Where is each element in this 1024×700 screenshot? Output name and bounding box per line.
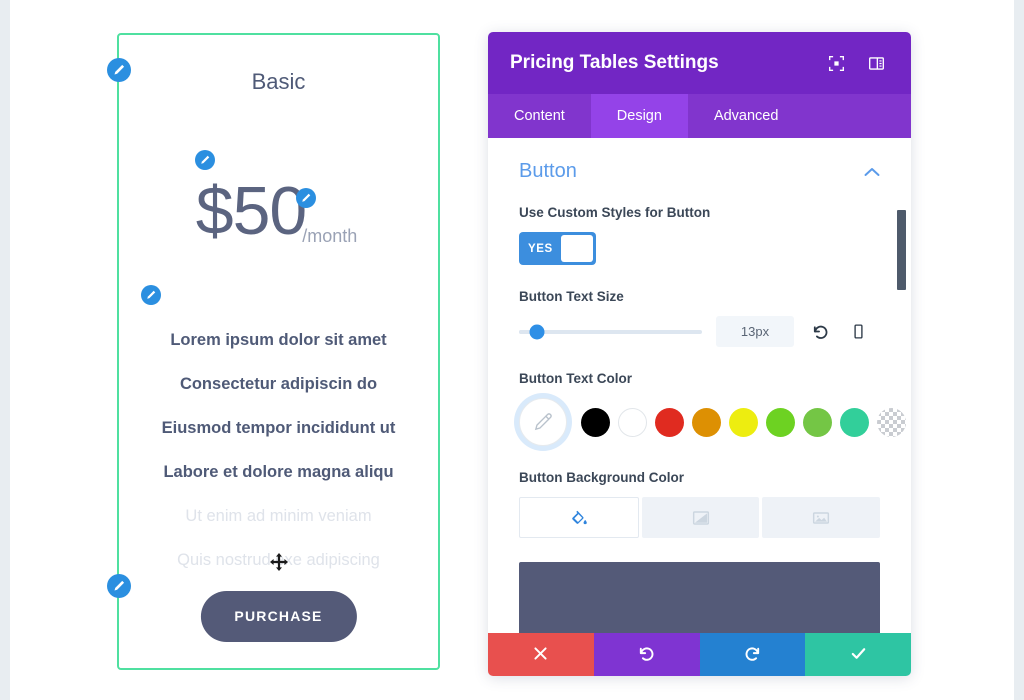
redo-button[interactable] bbox=[699, 633, 806, 676]
pencil-icon bbox=[200, 155, 210, 165]
edit-badge-card-top[interactable] bbox=[107, 58, 131, 82]
pencil-icon bbox=[301, 193, 311, 203]
swatch-light-green[interactable] bbox=[766, 407, 795, 437]
pricing-card-price-row: $50/month bbox=[119, 177, 438, 245]
close-icon bbox=[532, 645, 549, 665]
field-button-text-size: Button Text Size 13px bbox=[519, 289, 880, 347]
swatch-black[interactable] bbox=[581, 407, 610, 437]
purchase-button[interactable]: PURCHASE bbox=[200, 591, 357, 642]
section-header-button[interactable]: Button bbox=[519, 160, 880, 183]
pricing-tables-settings-panel: Pricing Tables Settings Content Design A… bbox=[488, 32, 911, 676]
page-left-edge-strip bbox=[0, 0, 10, 700]
focus-target-icon[interactable] bbox=[823, 50, 849, 76]
swatch-teal[interactable] bbox=[840, 407, 869, 437]
field-label: Button Text Size bbox=[519, 289, 624, 304]
move-icon[interactable] bbox=[269, 552, 289, 572]
paint-bucket-icon[interactable] bbox=[519, 497, 639, 538]
undo-icon[interactable] bbox=[808, 320, 832, 344]
slider-row: 13px bbox=[519, 316, 880, 347]
background-type-segmented-control bbox=[519, 497, 881, 538]
pencil-icon bbox=[113, 580, 125, 592]
panel-tabs: Content Design Advanced bbox=[488, 94, 911, 138]
checkmark-icon bbox=[849, 644, 868, 666]
mobile-icon[interactable] bbox=[846, 320, 870, 344]
pricing-card-price-amount: $50 bbox=[195, 173, 307, 249]
background-color-preview[interactable] bbox=[519, 562, 880, 633]
section-title: Button bbox=[519, 160, 577, 182]
panel-header: Pricing Tables Settings bbox=[488, 32, 911, 94]
field-use-custom-styles: Use Custom Styles for Button YES bbox=[519, 205, 880, 265]
pencil-icon bbox=[113, 64, 125, 76]
button-text-size-input[interactable]: 13px bbox=[716, 316, 794, 347]
pricing-card-feature-list: Lorem ipsum dolor sit amet Consectetur a… bbox=[119, 318, 438, 582]
field-label: Use Custom Styles for Button bbox=[519, 205, 711, 220]
panel-layout-icon[interactable] bbox=[863, 50, 889, 76]
tab-design[interactable]: Design bbox=[590, 94, 688, 138]
field-button-background-color: Button Background Color bbox=[519, 470, 881, 538]
edit-badge-features[interactable] bbox=[141, 285, 161, 305]
tab-content[interactable]: Content bbox=[488, 94, 591, 138]
toggle-value-label: YES bbox=[528, 242, 553, 255]
list-item: Consectetur adipiscin do bbox=[179, 375, 378, 393]
chevron-up-icon[interactable] bbox=[864, 167, 880, 177]
field-label: Button Background Color bbox=[519, 470, 684, 485]
discard-button[interactable] bbox=[488, 633, 594, 676]
tab-advanced[interactable]: Advanced bbox=[688, 94, 805, 138]
panel-scrollbar-track[interactable] bbox=[897, 138, 906, 633]
save-button[interactable] bbox=[805, 633, 911, 676]
swatch-orange[interactable] bbox=[692, 407, 721, 437]
swatch-red[interactable] bbox=[655, 407, 684, 437]
image-icon[interactable] bbox=[762, 497, 881, 538]
page-title: Pricing Tables Settings bbox=[510, 52, 719, 73]
undo-button[interactable] bbox=[593, 633, 700, 676]
field-label: Button Text Color bbox=[519, 371, 632, 386]
text-color-swatch-row bbox=[519, 398, 906, 446]
page-right-edge-strip bbox=[1014, 0, 1024, 700]
list-item: Eiusmod tempor incididunt ut bbox=[161, 419, 396, 437]
swatch-green[interactable] bbox=[803, 407, 832, 437]
undo-icon bbox=[637, 644, 656, 666]
list-item: Labore et dolore magna aliqu bbox=[163, 463, 394, 481]
toggle-knob bbox=[560, 235, 593, 262]
edit-badge-price-period[interactable] bbox=[296, 188, 316, 208]
gradient-icon[interactable] bbox=[641, 497, 760, 538]
panel-footer-actions bbox=[488, 633, 911, 676]
use-custom-styles-toggle[interactable]: YES bbox=[519, 232, 596, 265]
panel-body: Button Use Custom Styles for Button YES … bbox=[488, 138, 911, 633]
swatch-yellow[interactable] bbox=[729, 407, 758, 437]
panel-scrollbar-thumb[interactable] bbox=[897, 210, 906, 290]
edit-badge-card-bottom[interactable] bbox=[107, 574, 131, 598]
pricing-card-price-period: /month bbox=[302, 226, 358, 246]
list-item: Lorem ipsum dolor sit amet bbox=[170, 331, 387, 349]
edit-badge-price[interactable] bbox=[195, 150, 215, 170]
pricing-card-title: Basic bbox=[251, 69, 306, 94]
slider-knob[interactable] bbox=[529, 324, 545, 339]
pricing-table-card[interactable]: Basic $50/month Lorem ipsum dolor sit am… bbox=[117, 33, 440, 670]
button-text-size-slider[interactable] bbox=[519, 324, 702, 339]
pencil-icon bbox=[146, 290, 156, 300]
list-item: Ut enim ad minim veniam bbox=[185, 507, 372, 525]
redo-icon bbox=[743, 644, 762, 666]
eyedropper-icon[interactable] bbox=[519, 398, 567, 446]
swatch-white[interactable] bbox=[618, 407, 647, 437]
field-button-text-color: Button Text Color bbox=[519, 371, 906, 446]
